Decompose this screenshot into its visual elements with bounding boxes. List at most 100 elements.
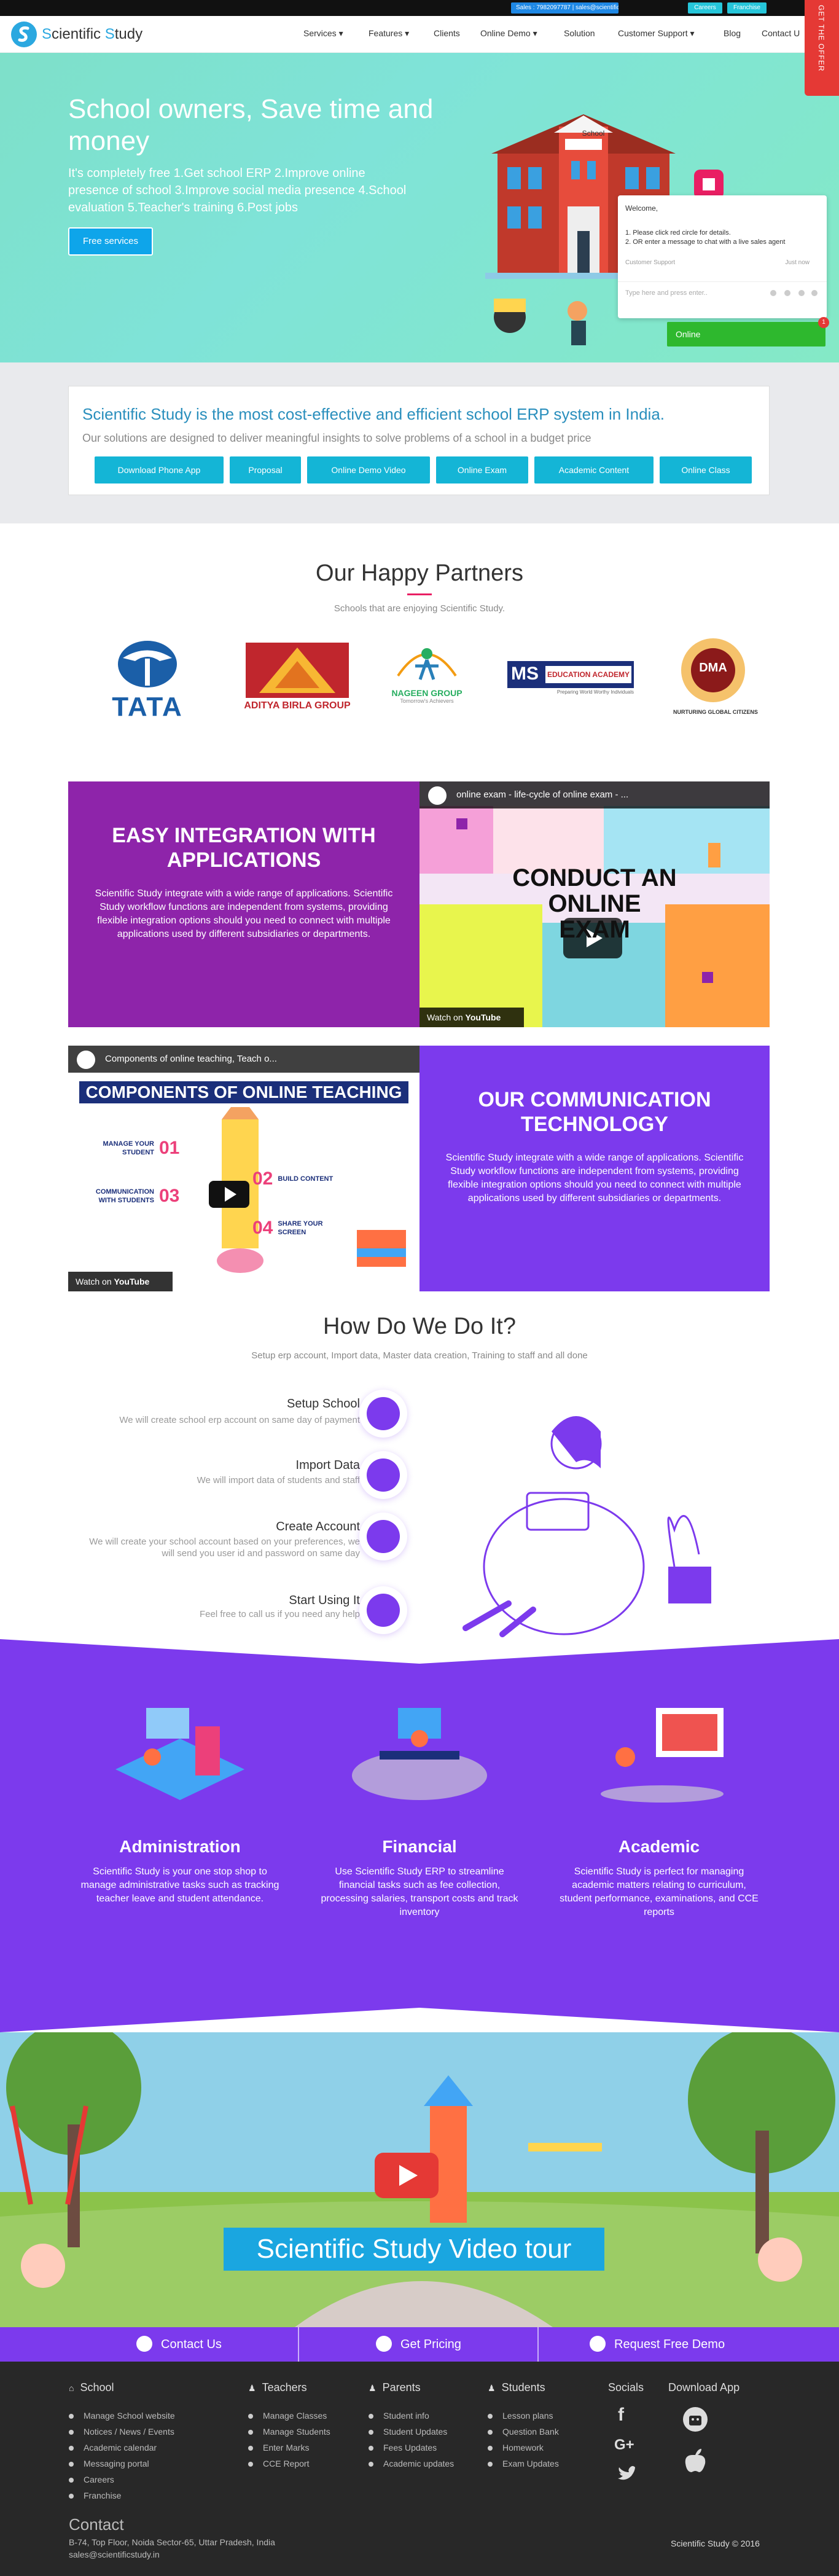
footer-link[interactable]: Lesson plans [488,2411,553,2421]
pricing-icon [376,2335,392,2352]
youtube-label: YouTube [465,1012,501,1022]
apple-icon[interactable] [684,2448,706,2473]
footer-link[interactable]: Careers [69,2475,114,2484]
nav-solution[interactable]: Solution [564,28,595,38]
channel-avatar[interactable] [77,1051,95,1069]
administration-icon [115,1708,244,1800]
exam-video-title[interactable]: online exam - life-cycle of online exam … [419,781,770,808]
nageen-logo: NAGEEN GROUP Tomorrow's Achievers [386,639,468,719]
online-class-button[interactable]: Online Class [660,456,752,483]
footer-link[interactable]: Enter Marks [248,2443,309,2453]
create-account-icon [359,1513,407,1560]
sales-contact[interactable]: Sales : 7982097787 | sales@scientificstu… [511,2,619,14]
footer-email[interactable]: sales@scientificstudy.in [69,2550,160,2559]
logo-icon[interactable] [11,22,37,47]
communication-content: OUR COMMUNICATION TECHNOLOGY Scientific … [441,1087,748,1205]
chat-actions-icon[interactable] [769,289,818,297]
nav-blog[interactable]: Blog [724,28,741,38]
aditya-birla-wordmark: ADITYA BIRLA GROUP [244,700,351,711]
footer-link[interactable]: Student Updates [369,2427,447,2437]
nav-online-demo[interactable]: Online Demo ▾ [480,28,537,39]
free-services-button[interactable]: Free services [68,227,153,256]
footer-link[interactable]: Franchise [69,2491,121,2500]
footer-parents-title: ♟ Parents [369,2381,421,2394]
get-offer-ribbon[interactable]: GET THE OFFER [805,0,839,96]
nav-contact[interactable]: Contact U [762,28,800,38]
footer-link[interactable]: Manage School website [69,2411,175,2421]
online-demo-video-button[interactable]: Online Demo Video [307,456,430,483]
nav-services[interactable]: Services ▾ [303,28,343,39]
request-demo-label: Request Free Demo [614,2338,725,2351]
nav-features[interactable]: Features ▾ [369,28,409,39]
footer-link[interactable]: Manage Students [248,2427,330,2437]
divider [537,2327,539,2362]
site-header: Scientific Study Services ▾ Features ▾ C… [0,16,839,53]
contact-us-label: Contact Us [161,2338,222,2351]
google-plus-icon[interactable]: G+ [614,2437,634,2454]
chat-notification-badge: 1 [818,317,829,328]
integration-text: Scientific Study integrate with a wide r… [95,888,393,939]
partners-title: Our Happy Partners [316,560,523,586]
footer-socials-title: Socials [608,2381,644,2394]
android-icon[interactable] [683,2406,708,2433]
teaching-item-number: 04 [252,1218,273,1238]
nageen-tagline: Tomorrow's Achievers [400,698,454,704]
academic-content-button[interactable]: Academic Content [534,456,654,483]
watch-on-youtube[interactable]: Watch on YouTube [419,1008,524,1027]
footer-download-title: Download App [668,2381,740,2394]
service-title-academic: Academic [618,1837,700,1856]
footer-link[interactable]: CCE Report [248,2459,309,2468]
franchise-button[interactable]: Franchise [727,2,767,14]
play-button-icon[interactable] [375,2153,439,2198]
request-demo-button[interactable]: Request Free Demo [590,2327,725,2362]
get-pricing-button[interactable]: Get Pricing [376,2327,461,2362]
footer-link[interactable]: Fees Updates [369,2443,437,2453]
ms-academy-logo: MS EDUCATION ACADEMY Preparing World Wor… [507,661,634,698]
footer-link[interactable]: Messaging portal [69,2459,149,2468]
footer-link[interactable]: Exam Updates [488,2459,559,2468]
footer-link[interactable]: Academic updates [369,2459,454,2468]
facebook-icon[interactable]: f [618,2405,624,2425]
footer-link[interactable]: Academic calendar [69,2443,157,2453]
watch-label: Watch on [76,1277,112,1286]
chat-widget[interactable]: Welcome, 1. Please click red circle for … [618,195,827,318]
twitter-icon[interactable] [617,2465,638,2482]
online-teaching-video[interactable]: COMPONENTS OF ONLINE TEACHING MANAGE YOU… [68,1046,419,1291]
teaching-item: MANAGE YOUR STUDENT 01 [87,1138,228,1159]
tata-wordmark: TATA [112,692,183,722]
download-app-button[interactable]: Download Phone App [95,456,224,483]
aditya-birla-logo: ADITYA BIRLA GROUP [243,643,351,716]
step-title-import: Import Data [295,1458,360,1472]
phone-icon [136,2335,152,2352]
footer-link[interactable]: Student info [369,2411,429,2421]
teaching-video-title[interactable]: Components of online teaching, Teach o..… [68,1046,419,1073]
communication-text: Scientific Study integrate with a wide r… [445,1153,744,1204]
footer-link[interactable]: Manage Classes [248,2411,327,2421]
channel-avatar[interactable] [428,786,447,805]
video-tour[interactable]: Scientific Study Video tour [0,2032,839,2327]
teaching-banner: COMPONENTS OF ONLINE TEACHING [79,1081,408,1103]
footer-link[interactable]: Notices / News / Events [69,2427,174,2437]
careers-button[interactable]: Careers [688,2,722,14]
teaching-item-label: COMMUNICATION WITH STUDENTS [95,1188,154,1204]
step-title-start: Start Using It [289,1594,360,1607]
watch-label: Watch on [427,1012,463,1022]
footer-link[interactable]: Homework [488,2443,544,2453]
service-title-administration: Administration [119,1837,241,1856]
teaching-item-label: SHARE YOUR SCREEN [278,1220,323,1236]
online-exam-button[interactable]: Online Exam [436,456,528,483]
footer-address: B-74, Top Floor, Noida Sector-65, Uttar … [69,2537,275,2547]
online-chat-button[interactable]: Online 1 [667,317,829,346]
proposal-button[interactable]: Proposal [230,456,301,483]
footer-link[interactable]: Question Bank [488,2427,559,2437]
teaching-item: 02 BUILD CONTENT [252,1169,394,1189]
watch-on-youtube[interactable]: Watch on YouTube [68,1272,173,1291]
logo-s2: S [104,26,115,42]
nav-customer-support[interactable]: Customer Support ▾ [618,28,695,39]
logo-text[interactable]: Scientific Study [42,26,142,43]
online-exam-video[interactable]: CONDUCT AN ONLINE EXAM online exam - lif… [419,781,770,1027]
nav-clients[interactable]: Clients [434,28,460,38]
contact-us-button[interactable]: Contact Us [136,2327,222,2362]
service-text-administration: Scientific Study is your one stop shop t… [80,1866,279,1904]
offer-label: GET THE OFFER [817,5,825,72]
